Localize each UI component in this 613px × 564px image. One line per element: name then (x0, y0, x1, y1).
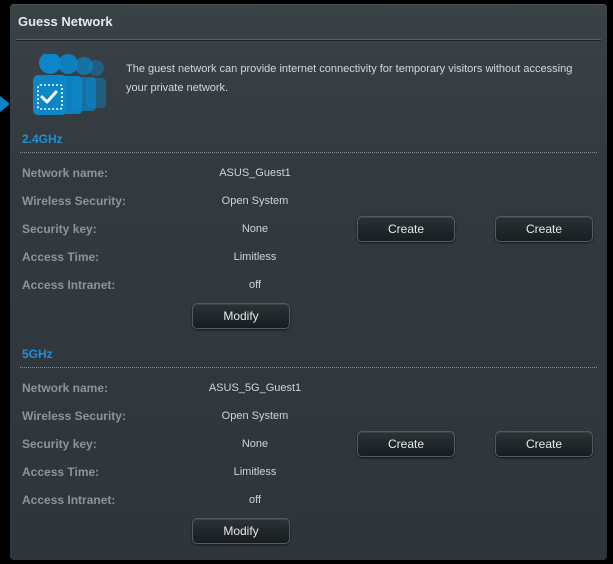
side-arrow-indicator (0, 96, 10, 112)
row-access-intranet-5: Access Intranet: off (20, 486, 597, 514)
row-wireless-security-5: Wireless Security: Open System (20, 402, 597, 430)
create-button-5-slot3[interactable]: Create (495, 431, 593, 457)
row-wireless-security: Wireless Security: Open System (20, 187, 597, 215)
guest-network-icon (28, 54, 114, 118)
value-network-name-5: ASUS_5G_Guest1 (190, 382, 320, 394)
band-24ghz-title: 2.4GHz (20, 132, 597, 150)
value-security-key-24: None (190, 223, 320, 235)
value-access-time-5: Limitless (190, 466, 320, 478)
page-title: Guess Network (10, 4, 607, 39)
row-network-name: Network name: ASUS_Guest1 (20, 159, 597, 187)
label-network-name: Network name: (20, 381, 190, 395)
value-wireless-security-5: Open System (190, 410, 320, 422)
value-wireless-security-24: Open System (190, 195, 320, 207)
label-access-intranet: Access Intranet: (20, 493, 190, 507)
create-button-24-slot2[interactable]: Create (357, 216, 455, 242)
label-security-key: Security key: (20, 437, 190, 451)
divider (20, 152, 597, 153)
value-access-intranet-5: off (190, 494, 320, 506)
label-access-time: Access Time: (20, 250, 190, 264)
modify-button-24[interactable]: Modify (192, 303, 290, 329)
create-button-24-slot3[interactable]: Create (495, 216, 593, 242)
label-wireless-security: Wireless Security: (20, 194, 190, 208)
guest-network-panel: Guess Network The guest network can prov… (10, 4, 607, 560)
intro-section: The guest network can provide internet c… (10, 40, 607, 122)
row-access-time-5: Access Time: Limitless (20, 458, 597, 486)
modify-button-5[interactable]: Modify (192, 518, 290, 544)
row-security-key: Security key: None Create Create (20, 215, 597, 243)
row-access-intranet: Access Intranet: off (20, 271, 597, 299)
band-24ghz: 2.4GHz Network name: ASUS_Guest1 Wireles… (10, 122, 607, 337)
create-button-5-slot2[interactable]: Create (357, 431, 455, 457)
row-security-key-5: Security key: None Create Create (20, 430, 597, 458)
band-5ghz: 5GHz Network name: ASUS_5G_Guest1 Wirele… (10, 337, 607, 552)
label-wireless-security: Wireless Security: (20, 409, 190, 423)
label-access-time: Access Time: (20, 465, 190, 479)
value-access-time-24: Limitless (190, 251, 320, 263)
label-network-name: Network name: (20, 166, 190, 180)
divider (20, 367, 597, 368)
intro-text: The guest network can provide internet c… (114, 54, 589, 97)
value-network-name-24: ASUS_Guest1 (190, 167, 320, 179)
value-security-key-5: None (190, 438, 320, 450)
band-5ghz-title: 5GHz (20, 347, 597, 365)
row-network-name-5: Network name: ASUS_5G_Guest1 (20, 374, 597, 402)
value-access-intranet-24: off (190, 279, 320, 291)
label-access-intranet: Access Intranet: (20, 278, 190, 292)
row-access-time: Access Time: Limitless (20, 243, 597, 271)
label-security-key: Security key: (20, 222, 190, 236)
